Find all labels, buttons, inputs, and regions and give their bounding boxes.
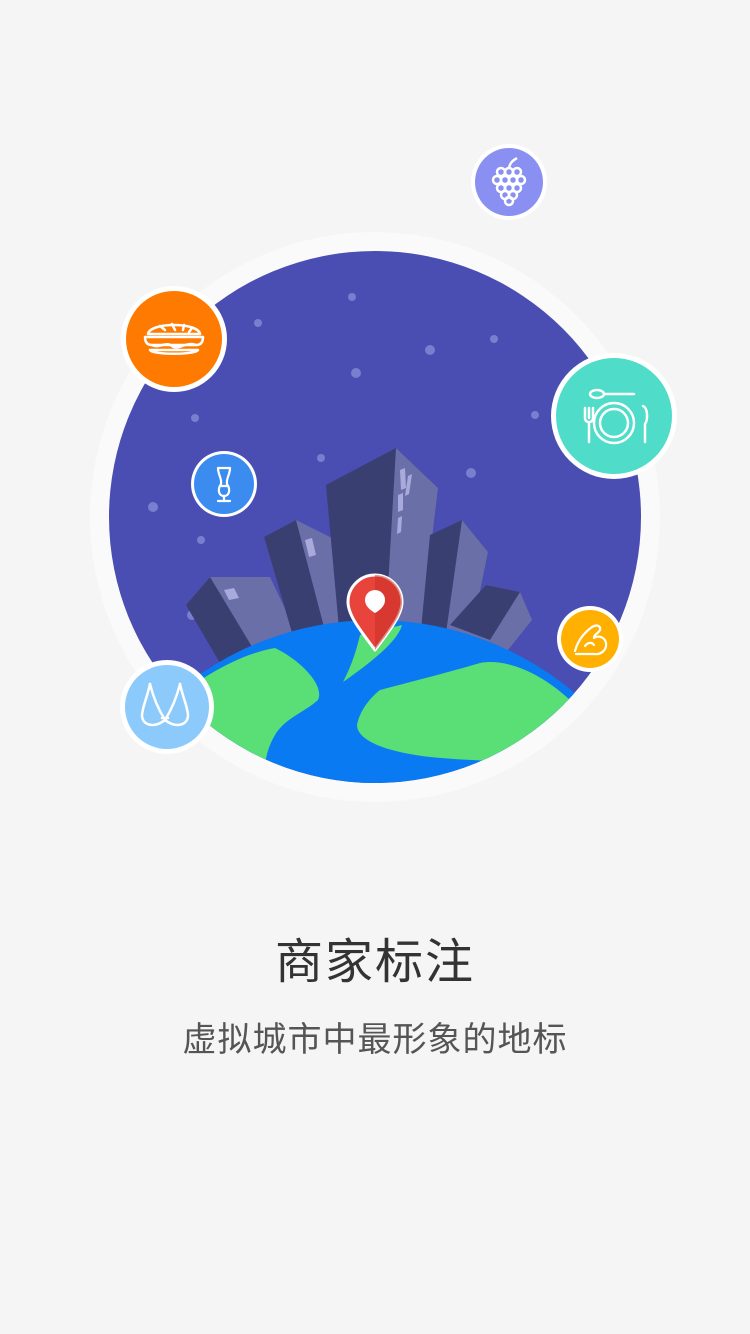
muscle-badge xyxy=(557,606,623,672)
grapes-badge xyxy=(471,144,547,220)
onboarding-illustration xyxy=(90,144,677,802)
page-subtitle: 虚拟城市中最形象的地标 xyxy=(182,1020,568,1060)
dining-badge xyxy=(551,353,677,479)
sandwich-badge xyxy=(121,286,227,392)
bra-badge xyxy=(120,660,214,754)
page-title: 商家标注 xyxy=(274,934,475,990)
wine-glass-badge xyxy=(191,451,257,517)
